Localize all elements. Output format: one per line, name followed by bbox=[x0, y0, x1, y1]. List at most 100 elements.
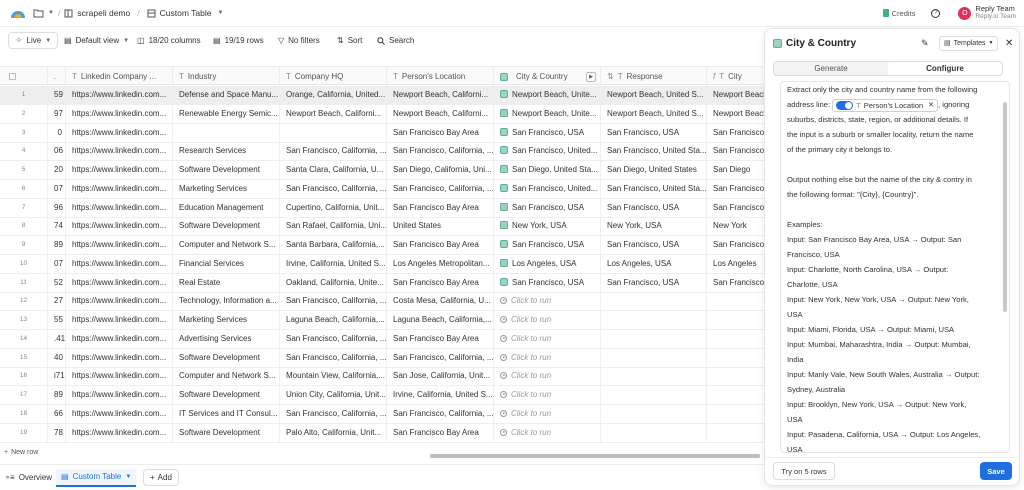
table-row[interactable]: 3 0 https://www.linkedin.com... San Francis… bbox=[0, 123, 765, 143]
cell-city[interactable]: San Francisco bbox=[707, 180, 765, 198]
cell-cc[interactable]: San Francisco, United... bbox=[494, 179, 601, 198]
cell-loc[interactable]: Irvine, California, United S... bbox=[387, 386, 494, 404]
cell-resp[interactable] bbox=[601, 423, 707, 442]
cell-loc[interactable]: San Francisco Bay Area bbox=[387, 423, 494, 442]
cell-n[interactable]: 15 bbox=[0, 348, 48, 367]
table-row[interactable]: 10 07 https://www.linkedin.com... Financial… bbox=[0, 254, 765, 274]
chevron-down-icon[interactable]: ▼ bbox=[217, 10, 223, 16]
cell-hq[interactable]: Santa Clara, California, U... bbox=[280, 161, 387, 179]
column-header-response[interactable]: ⇅ T Response bbox=[601, 67, 707, 86]
cell-n[interactable]: 13 bbox=[0, 311, 48, 329]
cell-n[interactable]: 7 bbox=[0, 198, 48, 217]
cell-loc[interactable]: Newport Beach, Californi... bbox=[387, 104, 494, 123]
cell-n[interactable]: 2 bbox=[0, 104, 48, 123]
cell-hq[interactable]: Oakland, California, Unite... bbox=[280, 273, 387, 292]
cell-city[interactable]: San Diego bbox=[707, 161, 765, 179]
cell-cc[interactable]: San Francisco, USA bbox=[494, 198, 601, 217]
cell-hq[interactable]: Union City, California, Unit... bbox=[280, 386, 387, 404]
table-row[interactable]: 11 52 https://www.linkedin.com... Real Esta… bbox=[0, 273, 765, 293]
table-row[interactable]: 18 66 https://www.linkedin.com... IT Servic… bbox=[0, 404, 765, 424]
cell-hq[interactable]: Newport Beach, Californi... bbox=[280, 104, 387, 123]
cell-n[interactable]: 9 bbox=[0, 236, 48, 254]
cell-resp[interactable]: New York, USA bbox=[601, 217, 707, 236]
cell-ind[interactable]: Technology, Information a... bbox=[173, 292, 280, 311]
table-row[interactable]: 7 96 https://www.linkedin.com... Education … bbox=[0, 198, 765, 218]
cell-loc[interactable]: Costa Mesa, California, U... bbox=[387, 292, 494, 311]
cell-loc[interactable]: San Francisco Bay Area bbox=[387, 123, 494, 142]
cell-resp[interactable] bbox=[601, 386, 707, 404]
cell-id[interactable]: i71 bbox=[48, 367, 66, 386]
cell-li[interactable]: https://www.linkedin.com... bbox=[66, 404, 173, 423]
table-row[interactable]: 15 40 https://www.linkedin.com... Software … bbox=[0, 348, 765, 368]
cell-hq[interactable]: San Francisco, California, ... bbox=[280, 404, 387, 423]
cell-cc[interactable]: Click to run bbox=[494, 348, 601, 367]
cell-n[interactable]: 14 bbox=[0, 329, 48, 348]
cell-n[interactable]: 3 bbox=[0, 123, 48, 142]
cell-li[interactable]: https://www.linkedin.com... bbox=[66, 292, 173, 311]
cell-city[interactable]: San Francisco bbox=[707, 236, 765, 254]
cell-hq[interactable]: San Francisco, California, ... bbox=[280, 329, 387, 348]
cell-city[interactable]: San Francisco bbox=[707, 124, 765, 142]
cell-id[interactable]: 66 bbox=[48, 404, 66, 423]
cell-id[interactable]: 74 bbox=[48, 217, 66, 236]
cell-loc[interactable]: San Francisco, California, ... bbox=[387, 348, 494, 367]
cell-n[interactable]: 1 bbox=[0, 86, 48, 104]
cell-loc[interactable]: San Francisco, California, ... bbox=[387, 404, 494, 423]
vertical-scrollbar[interactable] bbox=[1003, 102, 1007, 312]
tab-generate[interactable]: Generate bbox=[774, 62, 888, 75]
tab-configure[interactable]: Configure bbox=[888, 62, 1002, 75]
cell-resp[interactable]: San Francisco, USA bbox=[601, 273, 707, 292]
cell-hq[interactable]: Irvine, California, United S... bbox=[280, 254, 387, 273]
chevron-down-icon[interactable]: ▼ bbox=[48, 10, 54, 16]
cell-li[interactable]: https://www.linkedin.com... bbox=[66, 142, 173, 161]
cell-cc[interactable]: Click to run bbox=[494, 423, 601, 442]
cell-cc[interactable]: Click to run bbox=[494, 311, 601, 329]
cell-resp[interactable]: San Diego, United States bbox=[601, 161, 707, 179]
cell-resp[interactable]: Newport Beach, United S... bbox=[601, 86, 707, 104]
cell-cc[interactable]: Click to run bbox=[494, 386, 601, 404]
table-row[interactable]: 17 89 https://www.linkedin.com... Software … bbox=[0, 386, 765, 405]
column-header-id[interactable]: . bbox=[48, 67, 66, 86]
cell-li[interactable]: https://www.linkedin.com... bbox=[66, 254, 173, 273]
cell-cc[interactable]: New York, USA bbox=[494, 217, 601, 236]
column-header-industry[interactable]: T Industry bbox=[173, 67, 280, 86]
close-icon[interactable]: ✕ bbox=[1005, 38, 1013, 49]
column-header-person-location[interactable]: T Person's Location bbox=[387, 67, 494, 86]
cell-hq[interactable]: Laguna Beach, California,... bbox=[280, 311, 387, 329]
cell-ind[interactable]: Renewable Energy Semic... bbox=[173, 104, 280, 123]
cell-id[interactable]: 06 bbox=[48, 142, 66, 161]
try-rows-button[interactable]: Try on 5 rows bbox=[773, 462, 835, 480]
cell-resp[interactable] bbox=[601, 348, 707, 367]
cell-n[interactable]: 10 bbox=[0, 254, 48, 273]
cell-id[interactable]: 78 bbox=[48, 423, 66, 442]
cell-hq[interactable]: San Francisco, California, ... bbox=[280, 179, 387, 198]
cell-city[interactable]: Newport Beach bbox=[707, 86, 765, 104]
edit-icon[interactable]: ✎ bbox=[921, 38, 929, 49]
cell-city[interactable]: San Francisco bbox=[707, 199, 765, 217]
cell-cc[interactable]: Click to run bbox=[494, 404, 601, 423]
cell-loc[interactable]: San Francisco, California, ... bbox=[387, 179, 494, 198]
cell-city[interactable] bbox=[707, 330, 765, 348]
custom-table-tab[interactable]: ▤ Custom Table ▼ bbox=[56, 468, 137, 487]
cell-n[interactable]: 8 bbox=[0, 217, 48, 236]
cell-hq[interactable]: San Rafael, California, Uni... bbox=[280, 217, 387, 236]
cell-ind[interactable] bbox=[173, 123, 280, 142]
cell-loc[interactable]: San Francisco Bay Area bbox=[387, 273, 494, 292]
cell-n[interactable]: 16 bbox=[0, 367, 48, 386]
help-icon[interactable]: ? bbox=[931, 8, 941, 18]
cell-cc[interactable]: Newport Beach, Unite... bbox=[494, 86, 601, 104]
table-row[interactable]: 12 27 https://www.linkedin.com... Technolog… bbox=[0, 292, 765, 312]
cell-li[interactable]: https://www.linkedin.com... bbox=[66, 311, 173, 329]
cell-hq[interactable]: Santa Barbara, California,... bbox=[280, 236, 387, 254]
team-switcher[interactable]: O Reply Team Reply.io Team bbox=[958, 5, 1016, 21]
cell-id[interactable]: 07 bbox=[48, 254, 66, 273]
cell-id[interactable]: 52 bbox=[48, 273, 66, 292]
cell-n[interactable]: 18 bbox=[0, 404, 48, 423]
sort-button[interactable]: ⇅ Sort bbox=[337, 27, 362, 54]
horizontal-scrollbar[interactable] bbox=[430, 454, 760, 458]
cell-ind[interactable]: Software Development bbox=[173, 386, 280, 404]
add-tab-button[interactable]: + Add bbox=[143, 469, 179, 486]
cell-cc[interactable]: San Francisco, USA bbox=[494, 236, 601, 254]
table-row[interactable]: 4 06 https://www.linkedin.com... Research S… bbox=[0, 142, 765, 162]
cell-loc[interactable]: Los Angeles Metropolitan... bbox=[387, 254, 494, 273]
